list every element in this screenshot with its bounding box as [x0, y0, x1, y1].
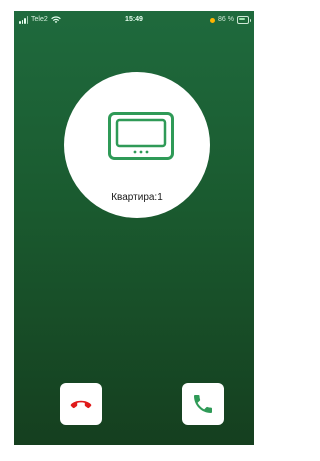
- accept-call-button[interactable]: [182, 383, 224, 425]
- phone-icon: [194, 395, 212, 413]
- battery-percent: 86 %: [218, 16, 234, 23]
- battery-icon: [237, 16, 251, 24]
- status-bar: Tele2 15:49 86 %: [14, 11, 254, 29]
- battery-fill: [239, 18, 245, 20]
- phone-hangup-icon: [70, 400, 92, 409]
- intercom-monitor-icon: [108, 112, 174, 160]
- incoming-call-screen: Tele2 15:49 86 % Квартира:1: [14, 11, 254, 445]
- apartment-label: Квартира:1: [111, 192, 163, 203]
- status-right: 86 %: [210, 11, 251, 29]
- decline-call-button[interactable]: [60, 383, 102, 425]
- caller-panel: Квартира:1: [64, 72, 210, 218]
- low-power-indicator-icon: [210, 17, 216, 23]
